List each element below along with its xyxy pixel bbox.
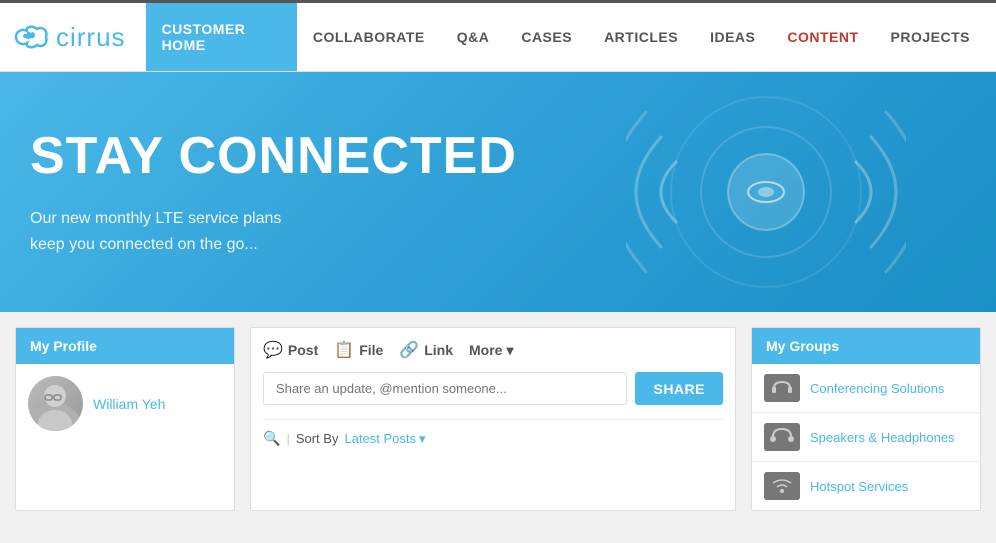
profile-body: William Yeh bbox=[16, 364, 234, 443]
hero-title: STAY CONNECTED bbox=[30, 126, 706, 186]
content-area: My Profile William Yeh bbox=[0, 312, 996, 526]
post-label: Post bbox=[288, 342, 318, 358]
logo[interactable]: cirrus bbox=[10, 22, 126, 53]
logo-icon bbox=[10, 25, 48, 49]
link-icon: 🔗 bbox=[399, 340, 419, 360]
link-action[interactable]: 🔗 Link bbox=[399, 340, 453, 360]
share-input[interactable] bbox=[263, 372, 627, 405]
search-icon: 🔍 bbox=[263, 430, 280, 447]
profile-panel-header: My Profile bbox=[16, 328, 234, 364]
groups-panel: My Groups Conferencing Solutions bbox=[751, 327, 981, 511]
nav-item-qa[interactable]: Q&A bbox=[441, 3, 506, 71]
avatar bbox=[28, 376, 83, 431]
profile-panel: My Profile William Yeh bbox=[15, 327, 235, 511]
groups-list: Conferencing Solutions Speakers & Headph… bbox=[752, 364, 980, 510]
groups-panel-header: My Groups bbox=[752, 328, 980, 364]
feed-panel: 💬 Post 📋 File 🔗 Link More ▾ SHARE 🔍 | So bbox=[250, 327, 736, 511]
link-label: Link bbox=[424, 342, 453, 358]
list-item[interactable]: Speakers & Headphones bbox=[752, 413, 980, 462]
main-nav: CUSTOMER HOME COLLABORATE Q&A CASES ARTI… bbox=[146, 3, 986, 71]
hero-banner: STAY CONNECTED Our new monthly LTE servi… bbox=[0, 72, 996, 312]
avatar-svg bbox=[28, 376, 83, 431]
hero-subtitle-line2: keep you connected on the go... bbox=[30, 236, 258, 253]
group-icon-conferencing bbox=[764, 374, 800, 402]
group-name-speakers: Speakers & Headphones bbox=[810, 430, 955, 445]
nav-item-customer-home[interactable]: CUSTOMER HOME bbox=[146, 3, 297, 71]
group-icon-speakers bbox=[764, 423, 800, 451]
sort-value-dropdown[interactable]: Latest Posts ▾ bbox=[344, 431, 425, 447]
logo-text: cirrus bbox=[56, 22, 126, 53]
sort-separator: | bbox=[286, 431, 289, 446]
group-icon-hotspot bbox=[764, 472, 800, 500]
file-icon: 📋 bbox=[334, 340, 354, 360]
list-item[interactable]: Hotspot Services bbox=[752, 462, 980, 510]
nav-item-content[interactable]: CONTENT bbox=[771, 3, 874, 71]
file-label: File bbox=[359, 342, 383, 358]
list-item[interactable]: Conferencing Solutions bbox=[752, 364, 980, 413]
profile-name[interactable]: William Yeh bbox=[93, 396, 165, 412]
header: cirrus CUSTOMER HOME COLLABORATE Q&A CAS… bbox=[0, 0, 996, 72]
nav-item-collaborate[interactable]: COLLABORATE bbox=[297, 3, 441, 71]
group-name-hotspot: Hotspot Services bbox=[810, 479, 908, 494]
post-icon: 💬 bbox=[263, 340, 283, 360]
chevron-down-icon: ▾ bbox=[506, 342, 513, 359]
sort-by-label: Sort By bbox=[296, 431, 339, 446]
share-row: SHARE bbox=[263, 372, 723, 405]
nav-item-articles[interactable]: ARTICLES bbox=[588, 3, 694, 71]
sort-chevron-icon: ▾ bbox=[419, 431, 426, 447]
more-label: More bbox=[469, 342, 502, 358]
nav-item-ideas[interactable]: IDEAS bbox=[694, 3, 771, 71]
sort-row: 🔍 | Sort By Latest Posts ▾ bbox=[263, 419, 723, 447]
sort-value-text: Latest Posts bbox=[344, 431, 416, 446]
nav-item-cases[interactable]: CASES bbox=[505, 3, 588, 71]
hero-subtitle-line1: Our new monthly LTE service plans bbox=[30, 210, 281, 227]
hero-text: STAY CONNECTED Our new monthly LTE servi… bbox=[30, 126, 706, 257]
hero-subtitle: Our new monthly LTE service plans keep y… bbox=[30, 206, 706, 257]
post-action[interactable]: 💬 Post bbox=[263, 340, 318, 360]
feed-toolbar: 💬 Post 📋 File 🔗 Link More ▾ bbox=[263, 340, 723, 360]
more-button[interactable]: More ▾ bbox=[469, 342, 513, 359]
file-action[interactable]: 📋 File bbox=[334, 340, 383, 360]
nav-item-projects[interactable]: PROJECTS bbox=[875, 3, 986, 71]
group-name-conferencing: Conferencing Solutions bbox=[810, 381, 944, 396]
share-button[interactable]: SHARE bbox=[635, 372, 723, 405]
